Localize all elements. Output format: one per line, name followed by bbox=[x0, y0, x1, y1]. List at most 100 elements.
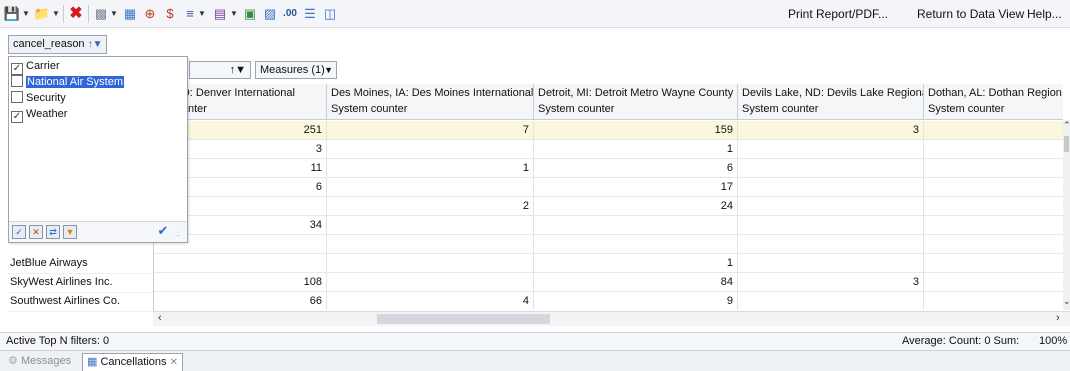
grid-cell[interactable]: 2 bbox=[327, 197, 534, 216]
tab-cancellations[interactable]: ▦ Cancellations ✕ bbox=[82, 353, 183, 371]
filter-option-weather[interactable]: ✓ Weather bbox=[11, 107, 67, 123]
grid-cell[interactable] bbox=[327, 273, 534, 292]
grid-cell[interactable] bbox=[924, 197, 1063, 216]
clear-all-icon[interactable]: ✕ bbox=[29, 225, 43, 239]
return-to-data-view-button[interactable]: Return to Data View bbox=[917, 7, 1024, 21]
horizontal-scroll-thumb[interactable] bbox=[377, 314, 550, 324]
select-all-icon[interactable]: ✓ bbox=[12, 225, 26, 239]
grid-cell[interactable] bbox=[738, 159, 924, 178]
dimension-dropdown[interactable]: ↑▼ bbox=[189, 61, 251, 79]
grid-cell[interactable] bbox=[924, 273, 1063, 292]
zoom-level[interactable]: 100% bbox=[1039, 333, 1067, 350]
filter-option-national-air-system[interactable]: National Air System bbox=[11, 75, 124, 90]
filter-icon[interactable]: ▼ bbox=[63, 225, 77, 239]
apply-check-icon[interactable]: ✔ bbox=[156, 224, 170, 239]
grid-cell[interactable] bbox=[534, 235, 738, 254]
checkbox[interactable]: ✓ bbox=[11, 111, 23, 123]
column-header[interactable]: Des Moines, IA: Des Moines International… bbox=[327, 84, 534, 120]
format-icon[interactable]: ≡ bbox=[182, 6, 198, 22]
close-icon[interactable]: ✕ bbox=[170, 357, 178, 368]
grid-cell[interactable]: 24 bbox=[534, 197, 738, 216]
grid-cell[interactable] bbox=[738, 235, 924, 254]
grid-cell[interactable]: 1 bbox=[534, 140, 738, 159]
grid-cell[interactable]: 3 bbox=[738, 273, 924, 292]
grid-cell[interactable] bbox=[327, 254, 534, 273]
grid-cell[interactable] bbox=[924, 159, 1063, 178]
checkbox[interactable]: ✓ bbox=[11, 63, 23, 75]
grid-cell[interactable] bbox=[738, 197, 924, 216]
grid-cell[interactable]: 4 bbox=[327, 292, 534, 310]
scroll-down-icon[interactable]: ⌄ bbox=[1063, 296, 1070, 307]
vertical-scroll-thumb[interactable] bbox=[1064, 136, 1069, 152]
grid-cell[interactable]: 108 bbox=[154, 273, 327, 292]
scroll-up-icon[interactable]: ⌃ bbox=[1063, 120, 1070, 131]
grid-cell[interactable] bbox=[924, 216, 1063, 235]
grid-cell[interactable]: 159 bbox=[534, 121, 738, 140]
open-icon[interactable]: 📁 bbox=[34, 6, 50, 22]
help-button[interactable]: Help... bbox=[1027, 7, 1062, 21]
horizontal-scrollbar[interactable]: ‹ › bbox=[153, 311, 1070, 326]
grid-cell[interactable] bbox=[924, 235, 1063, 254]
insert-dropdown-arrow[interactable]: ▼ bbox=[110, 8, 118, 20]
grid-cell[interactable] bbox=[924, 178, 1063, 197]
checkbox[interactable] bbox=[11, 75, 23, 87]
list-icon[interactable]: ☰ bbox=[302, 6, 318, 22]
sort-dropdown-icon[interactable]: ↑▼ bbox=[230, 62, 246, 78]
filter-option-security[interactable]: Security bbox=[11, 91, 66, 106]
grid-cell[interactable]: 3 bbox=[738, 121, 924, 140]
sort-filter-icon[interactable]: ↑▼ bbox=[88, 39, 103, 50]
currency-icon[interactable]: $ bbox=[162, 6, 178, 22]
insert-icon[interactable]: ▩ bbox=[93, 6, 109, 22]
chart-icon[interactable]: ▤ bbox=[212, 6, 228, 22]
open-dropdown-arrow[interactable]: ▼ bbox=[52, 8, 60, 20]
grid-cell[interactable] bbox=[327, 216, 534, 235]
vertical-scrollbar[interactable]: ⌃ ⌄ bbox=[1063, 120, 1070, 310]
grid-cell[interactable] bbox=[738, 292, 924, 310]
format-dropdown-arrow[interactable]: ▼ bbox=[198, 8, 206, 20]
decimal-icon[interactable]: .00 bbox=[282, 6, 298, 22]
pivot-icon[interactable]: ▨ bbox=[262, 6, 278, 22]
grid-cell[interactable] bbox=[534, 216, 738, 235]
checkbox[interactable] bbox=[11, 91, 23, 103]
chart-dropdown-arrow[interactable]: ▼ bbox=[230, 8, 238, 20]
delete-icon[interactable]: ✖ bbox=[68, 6, 84, 22]
calc-icon[interactable]: ▦ bbox=[122, 6, 138, 22]
grid-cell[interactable] bbox=[327, 235, 534, 254]
filter-field-chip[interactable]: cancel_reason ↑▼ bbox=[8, 35, 108, 54]
tab-messages[interactable]: ⚙ Messages bbox=[4, 353, 75, 371]
grid-cell[interactable] bbox=[924, 140, 1063, 159]
scroll-left-icon[interactable]: ‹ bbox=[158, 312, 162, 324]
chevron-down-icon[interactable]: ▼ bbox=[324, 62, 333, 78]
grid-cell[interactable]: 84 bbox=[534, 273, 738, 292]
scroll-right-icon[interactable]: › bbox=[1056, 312, 1060, 324]
column-header[interactable]: Devils Lake, ND: Devils Lake Regional Sy… bbox=[738, 84, 924, 120]
filter-option-carrier[interactable]: ✓ Carrier bbox=[11, 59, 60, 75]
grid-cell[interactable]: 7 bbox=[327, 121, 534, 140]
ratio-icon[interactable]: ⊕ bbox=[142, 6, 158, 22]
column-header[interactable]: Detroit, MI: Detroit Metro Wayne County … bbox=[534, 84, 738, 120]
measures-dropdown[interactable]: Measures (1) ▼ bbox=[255, 61, 337, 79]
invert-selection-icon[interactable]: ⇄ bbox=[46, 225, 60, 239]
grid-cell[interactable] bbox=[327, 140, 534, 159]
grid-cell[interactable] bbox=[327, 178, 534, 197]
grid-cell[interactable]: 1 bbox=[327, 159, 534, 178]
grid-cell[interactable] bbox=[738, 254, 924, 273]
grid-cell[interactable]: 17 bbox=[534, 178, 738, 197]
grid-cell[interactable] bbox=[924, 292, 1063, 310]
grid-cell[interactable]: 66 bbox=[154, 292, 327, 310]
grid-cell[interactable] bbox=[738, 216, 924, 235]
grid-cell[interactable]: 9 bbox=[534, 292, 738, 310]
grid-cell[interactable] bbox=[924, 121, 1063, 140]
grid-cell[interactable] bbox=[924, 254, 1063, 273]
grid-cell[interactable]: 1 bbox=[534, 254, 738, 273]
print-report-button[interactable]: Print Report/PDF... bbox=[788, 7, 888, 21]
column-header[interactable]: Dothan, AL: Dothan Region System counter bbox=[924, 84, 1063, 120]
grid-cell[interactable] bbox=[738, 140, 924, 159]
report-icon[interactable]: ◫ bbox=[322, 6, 338, 22]
resize-grip-icon[interactable]: .: bbox=[175, 229, 179, 238]
save-icon[interactable]: 💾 bbox=[4, 6, 20, 22]
grid-cell[interactable] bbox=[738, 178, 924, 197]
export-icon[interactable]: ▣ bbox=[242, 6, 258, 22]
save-dropdown-arrow[interactable]: ▼ bbox=[22, 8, 30, 20]
grid-cell[interactable] bbox=[154, 254, 327, 273]
